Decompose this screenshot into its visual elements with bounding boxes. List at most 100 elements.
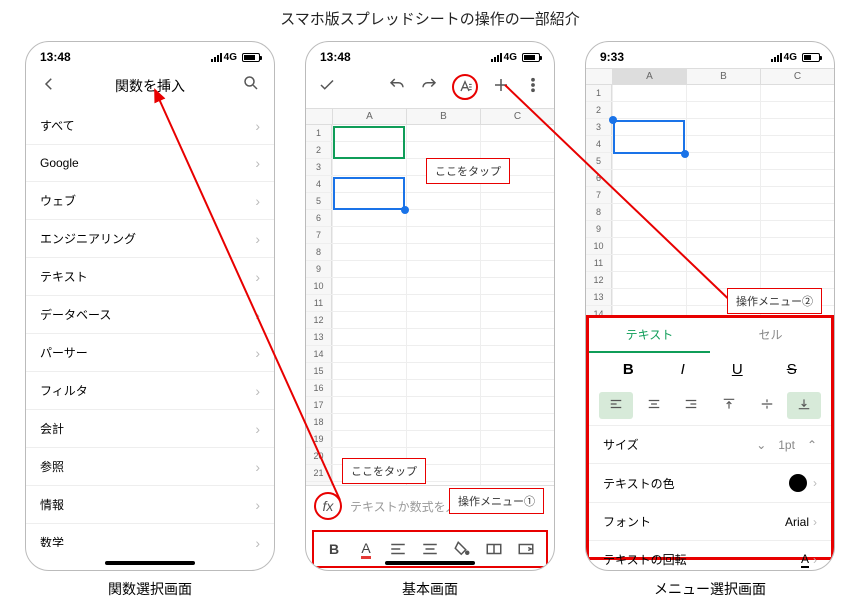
cell[interactable]	[760, 153, 834, 169]
row-number[interactable]: 17	[306, 397, 332, 413]
sheet-row[interactable]: 12	[586, 272, 834, 289]
cell[interactable]	[480, 125, 554, 141]
row-number[interactable]: 11	[306, 295, 332, 311]
font-row[interactable]: フォント Arial›	[589, 502, 831, 540]
category-item[interactable]: 数学›	[26, 524, 274, 547]
fx-button[interactable]: fx	[314, 492, 342, 520]
row-number[interactable]: 20	[306, 448, 332, 464]
row-number[interactable]: 8	[586, 204, 612, 220]
row-number[interactable]: 9	[306, 261, 332, 277]
sheet-row[interactable]: 11	[306, 295, 554, 312]
category-item[interactable]: データベース›	[26, 296, 274, 334]
row-number[interactable]: 21	[306, 465, 332, 481]
cell[interactable]	[406, 278, 480, 294]
cell[interactable]	[406, 414, 480, 430]
align-left-button[interactable]	[599, 392, 633, 419]
align-right-button[interactable]	[674, 392, 708, 419]
row-number[interactable]: 12	[306, 312, 332, 328]
category-item[interactable]: 会計›	[26, 410, 274, 448]
sheet-row[interactable]: 17	[306, 397, 554, 414]
cell[interactable]	[686, 170, 760, 186]
row-number[interactable]: 14	[306, 346, 332, 362]
strike-button[interactable]: S	[777, 361, 807, 378]
cell[interactable]	[760, 204, 834, 220]
cell[interactable]	[760, 119, 834, 135]
cell[interactable]	[406, 210, 480, 226]
cell[interactable]	[406, 363, 480, 379]
bold-button[interactable]: B	[613, 361, 643, 378]
cell[interactable]	[686, 255, 760, 271]
cell[interactable]	[760, 136, 834, 152]
sheet-row[interactable]: 7	[306, 227, 554, 244]
category-item[interactable]: ウェブ›	[26, 182, 274, 220]
sheet-row[interactable]: 9	[306, 261, 554, 278]
cell[interactable]	[480, 210, 554, 226]
cell[interactable]	[480, 448, 554, 464]
row-number[interactable]: 14	[586, 306, 612, 315]
merge-button[interactable]	[484, 540, 504, 558]
sheet-row[interactable]: 19	[306, 431, 554, 448]
col-header[interactable]: B	[686, 69, 760, 84]
category-item[interactable]: 情報›	[26, 486, 274, 524]
sheet-row[interactable]: 10	[586, 238, 834, 255]
selection-handle[interactable]	[609, 116, 617, 124]
row-number[interactable]: 13	[586, 289, 612, 305]
cell[interactable]	[612, 272, 686, 288]
sheet-row[interactable]: 2	[586, 102, 834, 119]
cell[interactable]	[760, 85, 834, 101]
cell[interactable]	[332, 278, 406, 294]
valign-top-button[interactable]	[712, 392, 746, 419]
cell[interactable]	[332, 227, 406, 243]
col-header[interactable]: A	[332, 109, 406, 124]
sheet-row[interactable]: 7	[586, 187, 834, 204]
cell[interactable]	[612, 289, 686, 305]
row-number[interactable]: 5	[586, 153, 612, 169]
cell[interactable]	[406, 193, 480, 209]
cell[interactable]	[406, 125, 480, 141]
cell[interactable]	[760, 272, 834, 288]
col-header[interactable]: B	[406, 109, 480, 124]
row-number[interactable]: 10	[306, 278, 332, 294]
cell[interactable]	[480, 193, 554, 209]
format-button[interactable]	[452, 74, 478, 100]
sheet-row[interactable]: 16	[306, 380, 554, 397]
sheet-row[interactable]: 5	[586, 153, 834, 170]
sheet-body[interactable]: 123456789101112131415	[586, 85, 834, 315]
cell[interactable]	[332, 159, 406, 175]
cell[interactable]	[612, 238, 686, 254]
italic-button[interactable]: I	[668, 361, 698, 378]
sheet-row[interactable]: 13	[306, 329, 554, 346]
row-number[interactable]: 6	[306, 210, 332, 226]
cell[interactable]	[686, 153, 760, 169]
cell[interactable]	[480, 261, 554, 277]
underline-button[interactable]: U	[722, 361, 752, 378]
fill-color-button[interactable]	[452, 540, 472, 558]
cell[interactable]	[332, 431, 406, 447]
category-item[interactable]: パーサー›	[26, 334, 274, 372]
sheet-row[interactable]: 8	[306, 244, 554, 261]
align-center-button[interactable]	[420, 540, 440, 558]
align-center-button[interactable]	[637, 392, 671, 419]
add-button[interactable]	[492, 76, 510, 99]
valign-bottom-button[interactable]	[787, 392, 821, 419]
row-number[interactable]: 11	[586, 255, 612, 271]
selection-handle[interactable]	[401, 206, 409, 214]
row-number[interactable]: 7	[306, 227, 332, 243]
row-number[interactable]: 2	[306, 142, 332, 158]
cell[interactable]	[686, 221, 760, 237]
cell[interactable]	[406, 142, 480, 158]
row-number[interactable]: 7	[586, 187, 612, 203]
cell[interactable]	[406, 329, 480, 345]
redo-button[interactable]	[420, 76, 438, 99]
cell[interactable]	[760, 255, 834, 271]
category-item[interactable]: 参照›	[26, 448, 274, 486]
cell[interactable]	[406, 346, 480, 362]
tab-cell[interactable]: セル	[710, 318, 831, 353]
cell[interactable]	[406, 227, 480, 243]
sheet-row[interactable]: 15	[306, 363, 554, 380]
category-item[interactable]: Google›	[26, 145, 274, 182]
cell[interactable]	[686, 204, 760, 220]
cell[interactable]	[480, 278, 554, 294]
cell[interactable]	[612, 153, 686, 169]
category-item[interactable]: テキスト›	[26, 258, 274, 296]
